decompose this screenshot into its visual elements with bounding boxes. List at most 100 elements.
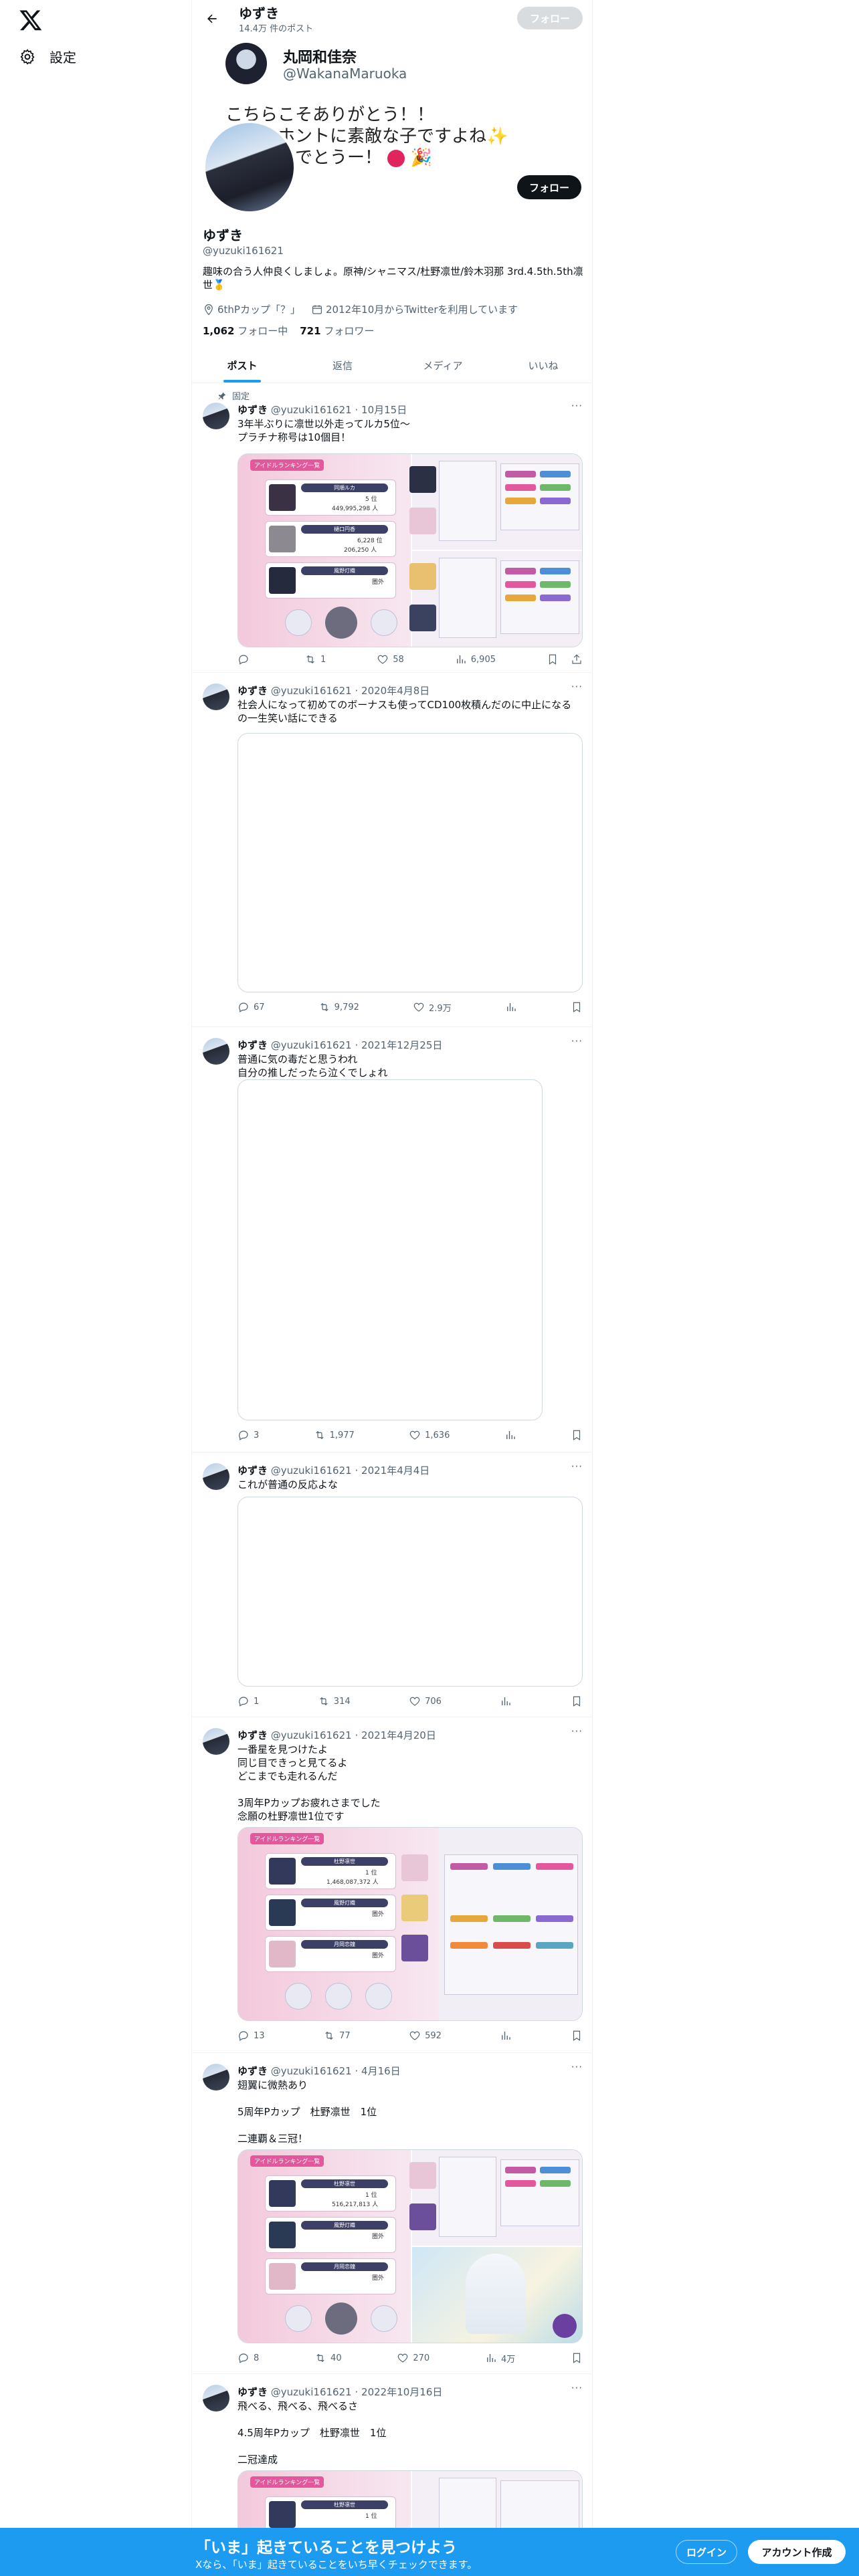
post-date[interactable]: 2020年4月8日 — [361, 685, 430, 697]
post-date[interactable]: 2021年12月25日 — [361, 1039, 442, 1051]
followers-label: フォロワー — [324, 325, 375, 337]
more-icon[interactable]: ··· — [571, 400, 583, 412]
bookmark-icon[interactable] — [571, 2030, 583, 2042]
retweet-button[interactable]: 9,792 — [318, 1001, 359, 1013]
post-date[interactable]: 2022年10月16日 — [361, 2386, 442, 2398]
post-avatar[interactable] — [203, 683, 229, 710]
post-avatar[interactable] — [203, 2064, 229, 2090]
like-button[interactable]: 592 — [409, 2030, 442, 2042]
share-icon[interactable] — [571, 653, 583, 665]
views-button[interactable] — [505, 1001, 517, 1013]
post-author-name[interactable]: ゆずき — [237, 1465, 268, 1477]
more-icon[interactable]: ··· — [571, 2061, 583, 2073]
follow-button[interactable]: フォロー — [517, 175, 581, 199]
tab-media[interactable]: メディア — [393, 348, 493, 383]
reply-button[interactable]: 8 — [237, 2352, 259, 2364]
more-icon[interactable]: ··· — [571, 2382, 583, 2394]
views-button[interactable] — [500, 1695, 512, 1707]
views-button[interactable] — [500, 2030, 512, 2042]
profile-avatar[interactable] — [203, 120, 296, 214]
bookmark-icon[interactable] — [571, 1429, 583, 1441]
idol-portrait — [409, 2162, 436, 2189]
bookmark-icon[interactable] — [571, 2352, 583, 2364]
ranking-row: 樋口円香 6,228 位 206,250 人 — [265, 521, 396, 557]
settings-link[interactable]: 設定 — [19, 47, 76, 66]
post-avatar[interactable] — [203, 2385, 229, 2411]
more-icon[interactable]: ··· — [571, 681, 583, 693]
post-date[interactable]: 10月15日 — [361, 404, 407, 416]
post-author-name[interactable]: ゆずき — [237, 2065, 268, 2077]
views-button[interactable]: 4万 — [485, 2352, 515, 2365]
post-author-name[interactable]: ゆずき — [237, 1729, 268, 1741]
party-popper-icon: 🎉 — [410, 148, 432, 168]
more-icon[interactable]: ··· — [571, 1035, 583, 1047]
profile-header: ゆずき 14.4万 件のポスト フォロー — [192, 0, 592, 37]
post-date[interactable]: 4月16日 — [361, 2065, 401, 2077]
signup-button[interactable]: アカウント作成 — [748, 2540, 846, 2564]
post-author-name[interactable]: ゆずき — [237, 2386, 268, 2398]
bookmark-icon[interactable] — [547, 653, 559, 665]
post-item[interactable]: ゆずき @yuzuki161621 · 4月16日 ··· 翅翼に微熱あり 5周… — [192, 2053, 592, 2374]
retweet-button[interactable]: 1,977 — [314, 1429, 355, 1441]
post-avatar[interactable] — [203, 403, 229, 429]
reply-button[interactable]: 3 — [237, 1429, 259, 1441]
like-button[interactable]: 58 — [377, 653, 404, 665]
bookmark-icon[interactable] — [571, 1001, 583, 1013]
post-item[interactable]: ゆずき @yuzuki161621 · 2021年4月20日 ··· 一番星を見… — [192, 1717, 592, 2053]
bookmark-icon[interactable] — [571, 1695, 583, 1707]
post-media[interactable] — [237, 1079, 543, 1420]
idol-portrait — [409, 563, 436, 590]
post-author-name[interactable]: ゆずき — [237, 1039, 268, 1051]
post-media[interactable]: アイドルランキング一覧 杜野凛世 1 位 516,217,813 人 風野灯織 … — [237, 2149, 583, 2343]
retweet-button[interactable]: 314 — [318, 1695, 351, 1707]
views-button[interactable] — [504, 1429, 516, 1441]
login-button[interactable]: ログイン — [676, 2540, 737, 2564]
post-avatar[interactable] — [203, 1038, 229, 1065]
post-author-name[interactable]: ゆずき — [237, 404, 268, 416]
reply-button[interactable]: 13 — [237, 2030, 265, 2042]
profile-joined: 2012年10月からTwitterを利用しています — [311, 302, 518, 316]
more-icon[interactable]: ··· — [571, 1725, 583, 1737]
reply-button[interactable] — [237, 653, 254, 665]
like-button[interactable]: 1,636 — [409, 1429, 450, 1441]
profile-bio: 趣味の合う人仲良くしましょ。原神/シャニマス/杜野凛世/鈴木羽那 3rd.4.5… — [203, 265, 583, 291]
post-date[interactable]: 2021年4月4日 — [361, 1465, 430, 1477]
idol-rank: 圏外 — [372, 1911, 385, 1918]
reply-button[interactable]: 1 — [237, 1695, 259, 1707]
post-avatar[interactable] — [203, 1728, 229, 1755]
tab-posts[interactable]: ポスト — [192, 348, 292, 383]
reply-button[interactable]: 67 — [237, 1001, 265, 1013]
post-actions: 8 40 270 4万 — [237, 2351, 583, 2365]
post-media[interactable]: アイドルランキング一覧 同順ルカ 5 位 449,995,298 人 樋口円香 … — [237, 453, 583, 647]
header-follow-button[interactable]: フォロー — [517, 7, 583, 29]
idol-name: 杜野凛世 — [301, 1857, 388, 1866]
back-button[interactable] — [201, 8, 223, 29]
post-media[interactable] — [237, 733, 583, 992]
like-button[interactable]: 706 — [409, 1695, 442, 1707]
post-media[interactable] — [237, 1497, 583, 1687]
like-button[interactable]: 270 — [397, 2352, 430, 2364]
tab-likes[interactable]: いいね — [493, 348, 592, 383]
tab-replies[interactable]: 返信 — [292, 348, 393, 383]
retweet-count: 1,977 — [329, 1430, 355, 1440]
post-media[interactable]: アイドルランキング一覧 杜野凛世 1 位 1,468,087,372 人 風野灯… — [237, 1827, 583, 2021]
post-author-name[interactable]: ゆずき — [237, 685, 268, 697]
x-logo-icon[interactable] — [19, 8, 43, 32]
post-avatar[interactable] — [203, 1463, 229, 1490]
post-item[interactable]: ゆずき @yuzuki161621 · 2020年4月8日 ··· 社会人になっ… — [192, 673, 592, 1027]
post-actions: 67 9,792 2.9万 — [237, 1000, 583, 1014]
following-link[interactable]: 1,062 フォロー中 — [203, 324, 288, 338]
unit-chip — [505, 595, 536, 601]
post-item[interactable]: ゆずき @yuzuki161621 · 2021年4月4日 ··· これが普通の… — [192, 1453, 592, 1717]
like-button[interactable]: 2.9万 — [413, 1001, 452, 1014]
retweet-button[interactable]: 77 — [323, 2030, 351, 2042]
more-icon[interactable]: ··· — [571, 1461, 583, 1473]
retweet-button[interactable]: 40 — [314, 2352, 342, 2364]
post-date[interactable]: 2021年4月20日 — [361, 1729, 436, 1741]
retweet-button[interactable]: 1 — [304, 653, 326, 665]
views-button[interactable]: 6,905 — [455, 653, 496, 665]
post-item[interactable]: ゆずき @yuzuki161621 · 2021年12月25日 ··· 普通に気… — [192, 1027, 592, 1453]
post-item[interactable]: 固定 ゆずき @yuzuki161621 · 10月15日 ··· 3年半ぶりに… — [192, 384, 592, 673]
followers-link[interactable]: 721 フォロワー — [300, 324, 374, 338]
post-author-handle: @yuzuki161621 — [270, 1465, 352, 1477]
